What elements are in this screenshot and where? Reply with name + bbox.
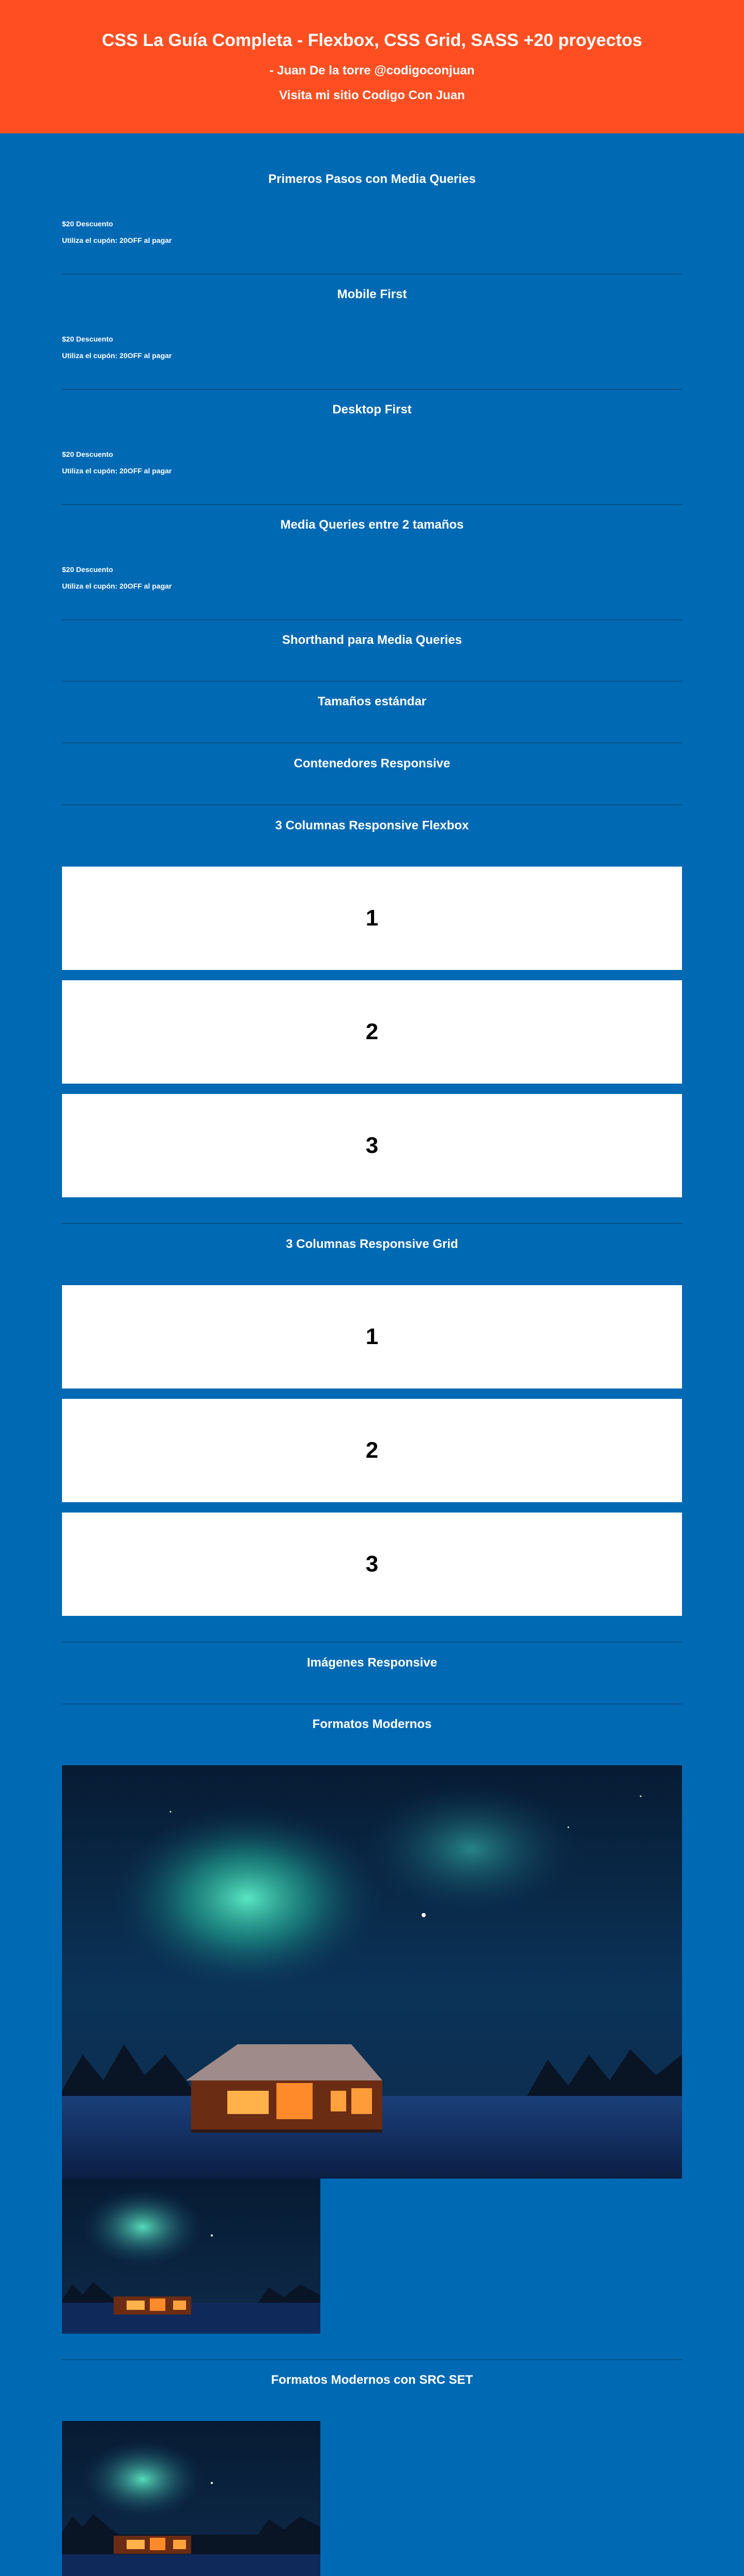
flex-card-1: 1	[62, 867, 682, 970]
promo-text: Utiliza el cupón: 20OFF al pagar	[62, 582, 172, 590]
section-title-desktop-first: Desktop First	[332, 403, 412, 417]
card-number: 3	[365, 1133, 379, 1158]
aurora-image-small	[62, 2179, 320, 2334]
author-line: - Juan De la torre @codigoconjuan	[269, 64, 475, 78]
promo-title: $20 Descuento	[62, 565, 113, 574]
section-divider	[62, 1223, 682, 1224]
section-divider	[62, 389, 682, 390]
card-number: 1	[365, 905, 379, 931]
promo-text: Utiliza el cupón: 20OFF al pagar	[62, 351, 172, 360]
aurora-cabin-photo	[62, 2179, 320, 2334]
section-title-grid: 3 Columnas Responsive Grid	[286, 1237, 458, 1251]
grid-card-2: 2	[62, 1399, 682, 1502]
page-title: CSS La Guía Completa - Flexbox, CSS Grid…	[102, 30, 642, 50]
aurora-image-srcset	[62, 2421, 320, 2576]
section-title-flexbox: 3 Columnas Responsive Flexbox	[275, 819, 469, 832]
section-title-primeros-pasos: Primeros Pasos con Media Queries	[268, 172, 476, 186]
card-number: 1	[365, 1324, 379, 1349]
section-title-tamanos: Tamaños estándar	[317, 695, 427, 708]
card-number: 2	[365, 1438, 379, 1463]
grid-card-3: 3	[62, 1513, 682, 1616]
section-title-media-queries-2: Media Queries entre 2 tamaños	[280, 518, 464, 532]
aurora-image-large	[62, 1765, 682, 2179]
card-number: 3	[365, 1551, 379, 1577]
grid-card-1: 1	[62, 1285, 682, 1389]
aurora-cabin-photo	[62, 1765, 682, 2179]
aurora-cabin-photo	[62, 2421, 320, 2576]
section-title-contenedores: Contenedores Responsive	[293, 757, 451, 770]
section-divider	[62, 681, 682, 682]
card-number: 2	[365, 1019, 379, 1044]
promo-text: Utiliza el cupón: 20OFF al pagar	[62, 236, 172, 244]
section-divider	[62, 504, 682, 505]
promo-text: Utiliza el cupón: 20OFF al pagar	[62, 467, 172, 475]
promo-title: $20 Descuento	[62, 450, 113, 458]
flex-card-3: 3	[62, 1094, 682, 1197]
promo-title: $20 Descuento	[62, 220, 113, 228]
section-title-imagenes: Imágenes Responsive	[306, 1656, 438, 1670]
section-title-shorthand: Shorthand para Media Queries	[282, 633, 462, 647]
promo-title: $20 Descuento	[62, 335, 113, 343]
page-header: CSS La Guía Completa - Flexbox, CSS Grid…	[0, 0, 744, 133]
section-title-formatos: Formatos Modernos	[312, 1717, 432, 1731]
section-title-src-set: Formatos Modernos con SRC SET	[271, 2373, 473, 2387]
section-title-mobile-first: Mobile First	[337, 287, 407, 301]
main-content: Primeros Pasos con Media Queries $20 Des…	[62, 133, 682, 2576]
site-link[interactable]: Visita mi sitio Codigo Con Juan	[0, 88, 744, 103]
flex-card-2: 2	[62, 980, 682, 1084]
section-divider	[62, 2359, 682, 2360]
